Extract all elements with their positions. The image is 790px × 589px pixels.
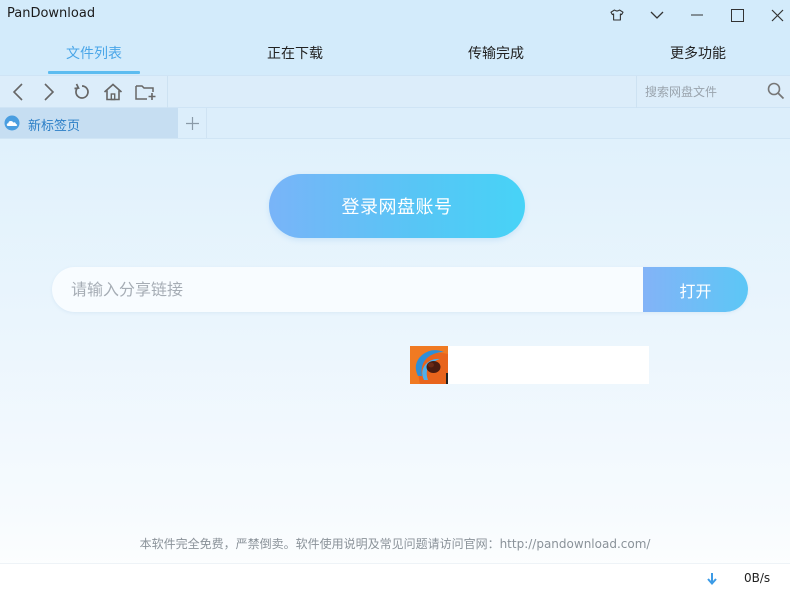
app-window: PanDownload 文件列表 正在下载 传输完成 更多功能 搜索网盘文件 新… <box>0 0 790 589</box>
cloud-icon <box>4 115 20 131</box>
browser-tab-new[interactable]: 新标签页 <box>0 108 178 138</box>
tab-label: 正在下载 <box>267 45 323 62</box>
search-box <box>636 76 790 108</box>
skin-button[interactable] <box>597 0 637 30</box>
open-button-label: 打开 <box>679 281 712 301</box>
browser-tab-label: 新标签页 <box>28 119 81 134</box>
share-link-bar: 打开 <box>52 267 748 312</box>
tab-more-features[interactable]: 更多功能 <box>628 30 768 75</box>
refresh-icon <box>74 83 89 99</box>
download-speed: 0B/s <box>744 571 771 585</box>
refresh-button[interactable] <box>69 80 95 104</box>
tab-label: 传输完成 <box>468 45 524 62</box>
back-button[interactable] <box>5 80 31 104</box>
search-button[interactable] <box>767 82 787 102</box>
close-icon <box>771 9 783 21</box>
app-title: PanDownload <box>7 6 96 21</box>
browser-tab-strip: 新标签页 <box>0 108 790 139</box>
tab-downloading[interactable]: 正在下载 <box>225 30 365 75</box>
home-icon <box>103 83 123 101</box>
tab-label: 更多功能 <box>670 45 726 62</box>
tshirt-icon <box>610 9 624 21</box>
tab-completed[interactable]: 传输完成 <box>426 30 566 75</box>
status-bar: 0B/s <box>0 563 790 589</box>
main-tab-bar: 文件列表 正在下载 传输完成 更多功能 <box>0 30 790 75</box>
navigation-toolbar <box>0 75 790 108</box>
home-button[interactable] <box>100 80 126 104</box>
back-icon <box>12 83 23 101</box>
minimize-button[interactable] <box>677 0 717 30</box>
minimize-icon <box>691 14 703 16</box>
forward-button[interactable] <box>36 80 62 104</box>
login-button-label: 登录网盘账号 <box>341 197 453 218</box>
login-account-button[interactable]: 登录网盘账号 <box>269 174 525 238</box>
forward-icon <box>44 83 55 101</box>
plus-icon <box>185 116 199 130</box>
search-input[interactable] <box>645 83 763 101</box>
banner-logo-image <box>410 346 448 384</box>
toolbar-divider <box>167 76 168 108</box>
maximize-button[interactable] <box>717 0 757 30</box>
open-share-button[interactable]: 打开 <box>643 267 748 312</box>
footer-notice: 本软件完全免费，严禁倒卖。软件使用说明及常见问题请访问官网：http://pan… <box>0 535 790 552</box>
close-button[interactable] <box>757 0 790 30</box>
title-bar: PanDownload <box>0 0 790 30</box>
tab-label: 文件列表 <box>66 45 122 62</box>
add-tab-button[interactable] <box>178 108 207 138</box>
ad-banner[interactable] <box>410 346 649 384</box>
download-arrow-icon <box>707 573 717 586</box>
maximize-icon <box>730 8 744 22</box>
new-folder-button[interactable] <box>133 80 159 104</box>
tab-file-list[interactable]: 文件列表 <box>24 30 164 75</box>
official-site-link[interactable]: http://pandownload.com/ <box>500 537 651 551</box>
chevron-down-icon <box>650 11 664 19</box>
notice-text: 本软件完全免费，严禁倒卖。软件使用说明及常见问题请访问官网： <box>139 537 500 551</box>
menu-button[interactable] <box>637 0 677 30</box>
search-icon <box>767 82 785 100</box>
share-link-input[interactable] <box>52 267 643 312</box>
new-folder-icon <box>135 85 156 100</box>
